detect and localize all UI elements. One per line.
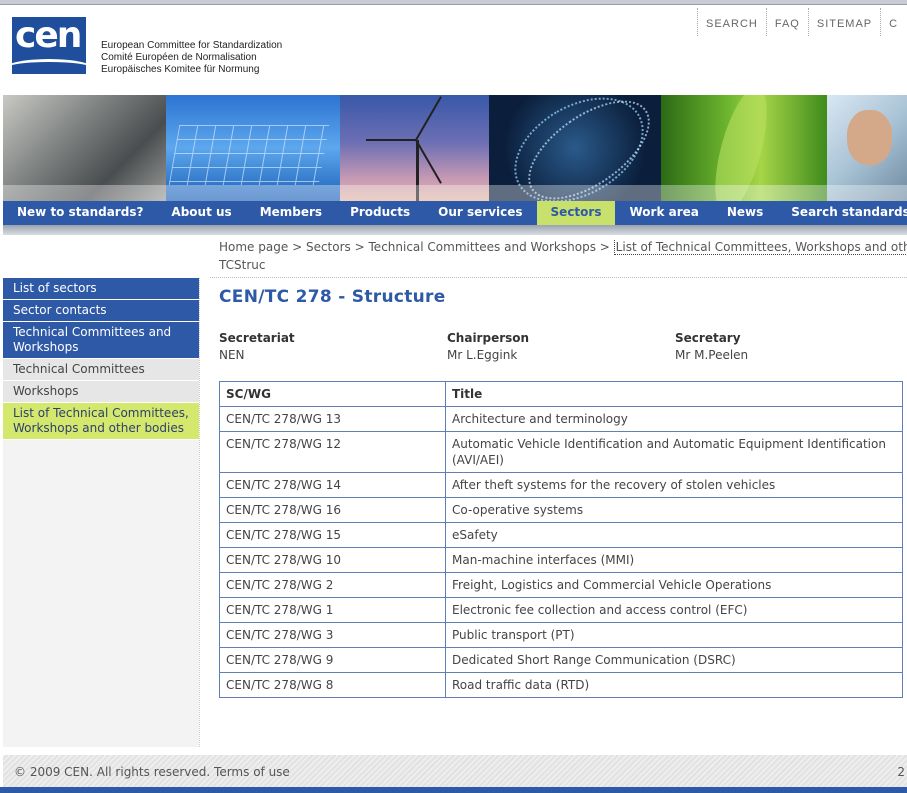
breadcrumb-sectors[interactable]: Sectors <box>306 240 351 254</box>
role-label: Secretariat <box>219 331 295 345</box>
cell-title: Public transport (PT) <box>445 622 903 648</box>
cell-scwg[interactable]: CEN/TC 278/WG 12 <box>219 431 446 473</box>
footer: © 2009 CEN. All rights reserved. Terms o… <box>3 755 907 787</box>
table-row: CEN/TC 278/WG 12 Automatic Vehicle Identi… <box>219 431 903 473</box>
logo-text: cen <box>15 17 82 56</box>
table-row: CEN/TC 278/WG 16 Co-operative systems <box>219 497 903 523</box>
header-banner <box>3 95 907 201</box>
table-row: CEN/TC 278/WG 8 Road traffic data (RTD) <box>219 672 903 698</box>
column-header-scwg: SC/WG <box>219 381 446 407</box>
cell-scwg[interactable]: CEN/TC 278/WG 1 <box>219 597 446 623</box>
top-links: SEARCH FAQ SITEMAP C <box>697 8 906 38</box>
nav-sectors[interactable]: Sectors <box>536 201 616 225</box>
nav-products[interactable]: Products <box>336 201 424 225</box>
breadcrumb-sub: TCStruc <box>219 258 266 272</box>
nav-search-standards[interactable]: Search standards <box>777 201 907 225</box>
top-link-search[interactable]: SEARCH <box>697 8 766 36</box>
nav-members[interactable]: Members <box>246 201 336 225</box>
org-line-en: European Committee for Standardization <box>101 40 283 51</box>
top-border <box>0 0 907 5</box>
role-label: Secretary <box>675 331 741 345</box>
cell-scwg[interactable]: CEN/TC 278/WG 10 <box>219 547 446 573</box>
sidebar-item-tc-and-workshops[interactable]: Technical Committees and Workshops <box>3 322 199 359</box>
table-row: CEN/TC 278/WG 14 After theft systems for … <box>219 472 903 498</box>
nav-work-area[interactable]: Work area <box>615 201 712 225</box>
table-row: CEN/TC 278/WG 15 eSafety <box>219 522 903 548</box>
nav-new-to-standards[interactable]: New to standards? <box>3 201 157 225</box>
cell-title: After theft systems for the recovery of … <box>445 472 903 498</box>
table-row: CEN/TC 278/WG 13 Architecture and termino… <box>219 406 903 432</box>
divider <box>210 277 907 278</box>
working-groups-table: SC/WG Title CEN/TC 278/WG 13 Architecture… <box>219 381 903 698</box>
sidebar-item-technical-committees[interactable]: Technical Committees <box>3 359 199 381</box>
breadcrumb-separator: > <box>354 240 365 254</box>
sidebar-divider <box>199 278 200 747</box>
cell-scwg[interactable]: CEN/TC 278/WG 14 <box>219 472 446 498</box>
sidebar-item-list-of-sectors[interactable]: List of sectors <box>3 278 199 300</box>
breadcrumb: Home page > Sectors > Technical Committe… <box>219 240 907 256</box>
sidebar-item-sector-contacts[interactable]: Sector contacts <box>3 300 199 322</box>
sidebar-item-workshops[interactable]: Workshops <box>3 381 199 403</box>
cell-title: Co-operative systems <box>445 497 903 523</box>
table-header-row: SC/WG Title <box>219 381 903 407</box>
cell-title: Dedicated Short Range Communication (DSR… <box>445 647 903 673</box>
role-secretariat: Secretariat NEN <box>219 331 447 364</box>
cell-scwg[interactable]: CEN/TC 278/WG 13 <box>219 406 446 432</box>
cell-scwg[interactable]: CEN/TC 278/WG 2 <box>219 572 446 598</box>
role-value: Mr L.Eggink <box>447 348 518 362</box>
cell-scwg[interactable]: CEN/TC 278/WG 15 <box>219 522 446 548</box>
role-label: Chairperson <box>447 331 530 345</box>
org-line-fr: Comité Européen de Normalisation <box>101 52 257 63</box>
cell-title: Electronic fee collection and access con… <box>445 597 903 623</box>
breadcrumb-separator: > <box>292 240 303 254</box>
nav-news[interactable]: News <box>713 201 777 225</box>
organization-name: European Committee for Standardization C… <box>101 40 282 76</box>
top-link-contact[interactable]: C <box>880 8 906 36</box>
role-chairperson: Chairperson Mr L.Eggink <box>447 331 675 364</box>
cell-title: Man-machine interfaces (MMI) <box>445 547 903 573</box>
nav-about-us[interactable]: About us <box>157 201 245 225</box>
nav-underlay <box>3 225 907 235</box>
breadcrumb-tc-workshops[interactable]: Technical Committees and Workshops <box>369 240 596 254</box>
column-header-title: Title <box>445 381 903 407</box>
table-row: CEN/TC 278/WG 9 Dedicated Short Range Com… <box>219 647 903 673</box>
footer-copyright[interactable]: © 2009 CEN. All rights reserved. Terms o… <box>14 765 290 779</box>
breadcrumb-current[interactable]: List of Technical Committees, Workshops … <box>613 240 907 255</box>
cell-scwg[interactable]: CEN/TC 278/WG 16 <box>219 497 446 523</box>
cell-scwg[interactable]: CEN/TC 278/WG 3 <box>219 622 446 648</box>
cen-logo[interactable]: cen <box>12 17 86 74</box>
footer-gap <box>3 747 907 755</box>
nav-our-services[interactable]: Our services <box>424 201 536 225</box>
role-value: Mr M.Peelen <box>675 348 749 362</box>
breadcrumb-home[interactable]: Home page <box>219 240 288 254</box>
logo-swoosh <box>12 59 86 74</box>
bottom-bar <box>0 787 907 793</box>
breadcrumb-separator: > <box>599 240 610 254</box>
top-link-faq[interactable]: FAQ <box>765 8 808 36</box>
main-nav: New to standards? About us Members Produ… <box>3 201 907 225</box>
cell-title: Freight, Logistics and Commercial Vehicl… <box>445 572 903 598</box>
role-value: NEN <box>219 348 245 362</box>
table-row: CEN/TC 278/WG 2 Freight, Logistics and Co… <box>219 572 903 598</box>
footer-right-text: 2 <box>897 765 905 779</box>
table-row: CEN/TC 278/WG 1 Electronic fee collection… <box>219 597 903 623</box>
cell-title: Road traffic data (RTD) <box>445 672 903 698</box>
sidebar: List of sectors Sector contacts Technica… <box>3 278 199 747</box>
roles-block: Secretariat NEN Chairperson Mr L.Eggink … <box>219 331 903 364</box>
cell-title: Automatic Vehicle Identification and Aut… <box>445 431 903 473</box>
sidebar-item-list-of-tc[interactable]: List of Technical Committees, Workshops … <box>3 403 199 440</box>
banner-overlay <box>3 185 907 201</box>
cell-scwg[interactable]: CEN/TC 278/WG 8 <box>219 672 446 698</box>
cell-title: eSafety <box>445 522 903 548</box>
org-line-de: Europäisches Komitee für Normung <box>101 64 260 75</box>
top-link-sitemap[interactable]: SITEMAP <box>807 8 880 36</box>
cell-title: Architecture and terminology <box>445 406 903 432</box>
table-row: CEN/TC 278/WG 3 Public transport (PT) <box>219 622 903 648</box>
role-secretary: Secretary Mr M.Peelen <box>675 331 903 364</box>
table-row: CEN/TC 278/WG 10 Man-machine interfaces (… <box>219 547 903 573</box>
page-title: CEN/TC 278 - Structure <box>219 287 446 307</box>
cell-scwg[interactable]: CEN/TC 278/WG 9 <box>219 647 446 673</box>
